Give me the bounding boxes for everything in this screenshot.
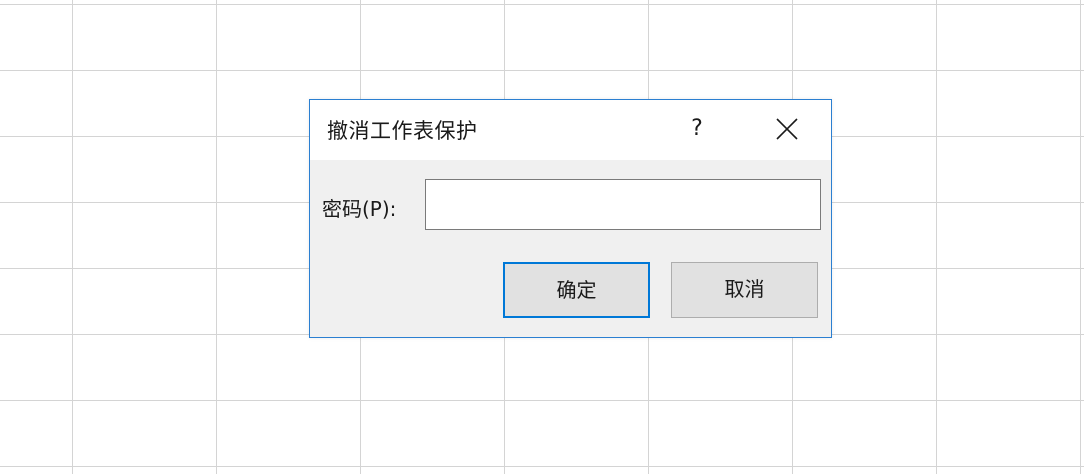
close-button[interactable] [765, 108, 809, 150]
password-input[interactable] [425, 179, 821, 230]
dialog-titlebar: 撤消工作表保护 ? [310, 100, 831, 160]
ok-button[interactable]: 确定 [503, 262, 650, 318]
help-button[interactable]: ? [677, 108, 717, 150]
unprotect-sheet-dialog: 撤消工作表保护 ? 密码(P): 确定 取消 [309, 99, 832, 338]
close-icon [776, 118, 798, 140]
cancel-button[interactable]: 取消 [671, 262, 818, 318]
dialog-title: 撤消工作表保护 [327, 119, 478, 143]
password-label: 密码(P): [322, 197, 397, 221]
